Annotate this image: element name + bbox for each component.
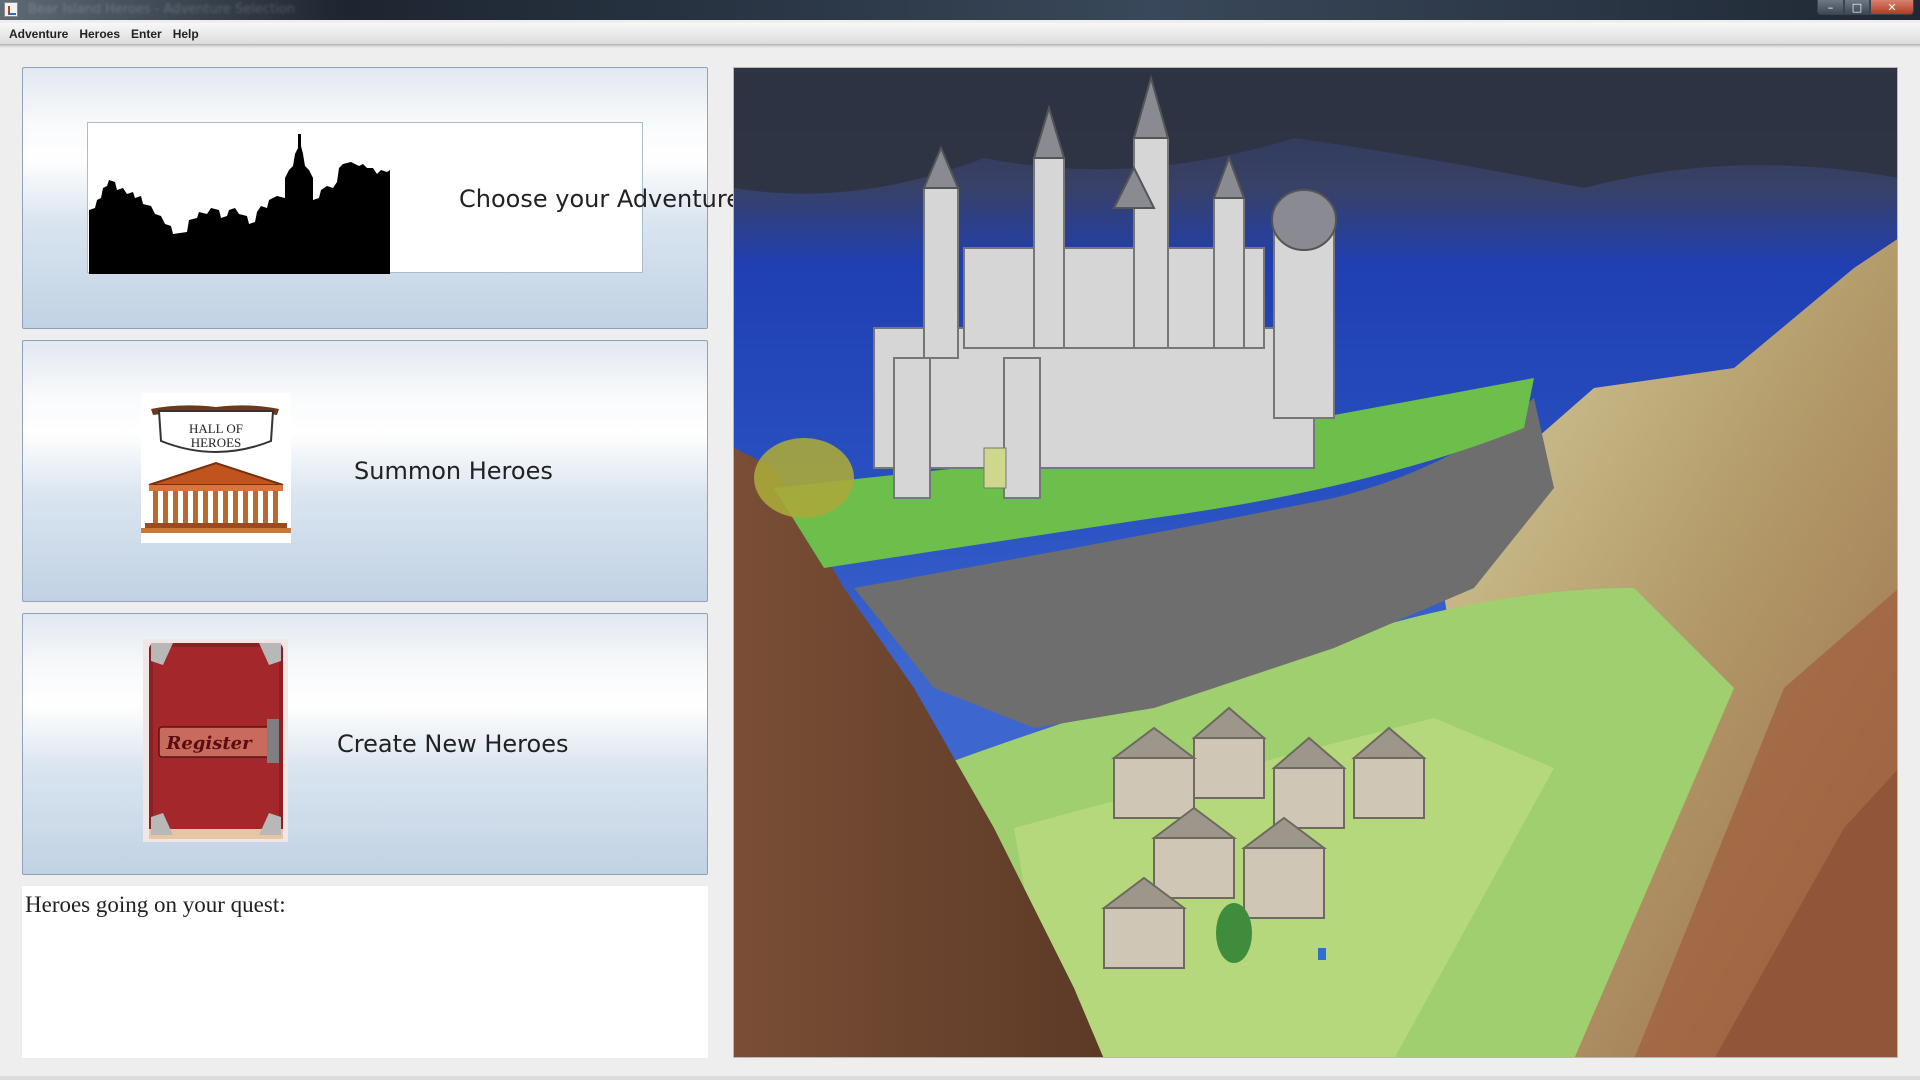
choose-adventure-inner: Choose your Adventure [87,122,741,274]
menu-bar-shadow [0,45,1920,48]
create-heroes-label: Create New Heroes [337,730,569,758]
menu-adventure[interactable]: Adventure [4,27,74,41]
quest-heroes-label: Heroes going on your quest: [25,892,286,917]
summon-heroes-label: Summon Heroes [354,457,553,485]
castle-painting-image [733,67,1898,1058]
menu-bar: Adventure Heroes Enter Help [0,23,1920,45]
close-button[interactable]: ✕ [1870,0,1914,15]
maximize-button[interactable]: □ [1844,0,1870,15]
window-title: Bear Island Heroes - Adventure Selection [28,2,295,17]
window-controls: – □ ✕ [1817,0,1914,15]
hall-of-heroes-icon: HALL OF HEROES [141,393,291,543]
window-bottom-edge [0,1076,1920,1080]
menu-heroes[interactable]: Heroes [74,27,126,41]
register-text: Register [165,733,253,754]
choose-adventure-label: Choose your Adventure [459,185,741,213]
city-skyline-icon [89,124,390,274]
register-book-icon: Register [143,639,288,842]
minimize-button[interactable]: – [1817,0,1844,15]
choose-adventure-button[interactable]: Choose your Adventure [22,67,741,329]
hall-sign-line2: HEROES [191,435,242,450]
hall-sign-line1: HALL OF [189,421,243,436]
quest-heroes-textarea[interactable]: Heroes going on your quest: [22,886,708,1058]
menu-enter[interactable]: Enter [126,27,168,41]
menu-help[interactable]: Help [168,27,205,41]
summon-heroes-button[interactable]: HALL OF HEROES Summon Heroes [22,340,708,602]
java-icon [4,2,18,17]
window-titlebar: Bear Island Heroes - Adventure Selection… [0,0,1920,20]
create-heroes-button[interactable]: Register Create New Heroes [22,613,708,875]
